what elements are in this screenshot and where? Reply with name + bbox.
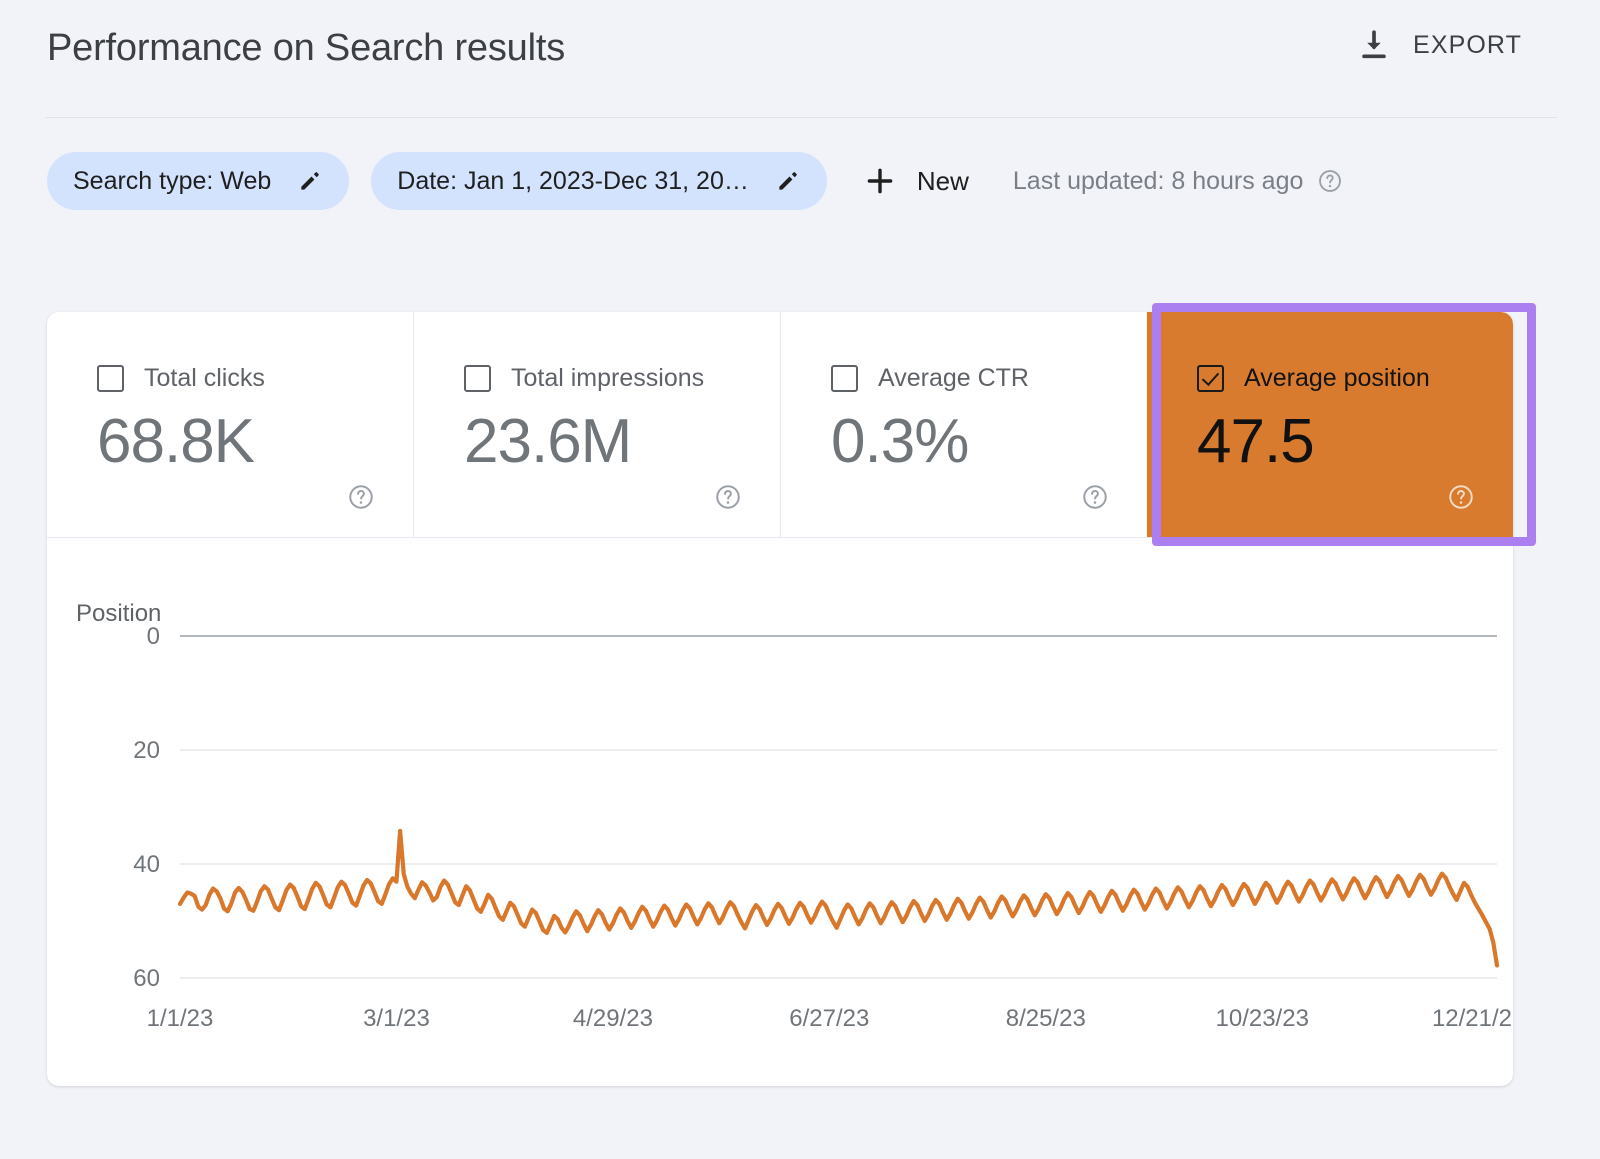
chart-svg[interactable]: 0 20 40 60 1/1/23 3/1/23 4/29/23 6/27/23 8/25/2… — [47, 538, 1513, 1086]
metric-value: 47.5 — [1197, 407, 1315, 476]
header-divider — [45, 117, 1557, 118]
y-tick-label: 40 — [133, 851, 160, 878]
export-button[interactable]: EXPORT — [1357, 28, 1522, 62]
x-tick-label: 4/29/23 — [573, 1005, 653, 1032]
download-icon — [1357, 28, 1391, 62]
performance-card: Total clicks 68.8K Total impressions 23.… — [47, 312, 1513, 1086]
pencil-icon[interactable] — [749, 168, 801, 194]
last-updated-text: Last updated: 8 hours ago — [1012, 166, 1304, 195]
x-tick-label: 12/21/23 — [1432, 1005, 1513, 1032]
metric-label: Average position — [1244, 364, 1430, 392]
y-tick-label: 60 — [133, 965, 160, 992]
y-tick-label: 20 — [133, 737, 160, 764]
checkbox-average-ctr[interactable] — [831, 365, 858, 392]
metric-label: Total impressions — [511, 364, 705, 392]
metric-value: 0.3% — [831, 407, 969, 476]
chart-x-tick-labels: 1/1/23 3/1/23 4/29/23 6/27/23 8/25/23 10/23/2… — [147, 1005, 1513, 1032]
x-tick-label: 1/1/23 — [147, 1005, 214, 1032]
x-tick-label: 6/27/23 — [789, 1005, 869, 1032]
checkbox-total-impressions[interactable] — [464, 365, 491, 392]
plus-icon — [863, 164, 897, 198]
filter-chip-search-type[interactable]: Search type: Web — [47, 152, 350, 210]
metric-label: Average CTR — [878, 364, 1029, 392]
metric-cards-row: Total clicks 68.8K Total impressions 23.… — [47, 312, 1513, 538]
metric-value: 23.6M — [464, 407, 632, 476]
metric-card-header: Total clicks — [97, 364, 265, 393]
page-header: Performance on Search results EXPORT — [0, 0, 1600, 118]
last-updated: Last updated: 8 hours ago — [1013, 167, 1344, 196]
help-circle-icon[interactable] — [1303, 168, 1343, 194]
metric-card-average-position[interactable]: Average position 47.5 — [1147, 312, 1513, 537]
filter-bar: Search type: Web Date: Jan 1, 2023-Dec 3… — [47, 152, 1343, 210]
metric-card-header: Average CTR — [831, 364, 1029, 393]
metric-card-header: Total impressions — [464, 364, 704, 393]
filter-chip-search-type-label: Search type: Web — [73, 166, 272, 195]
filter-chip-date-label: Date: Jan 1, 2023-Dec 31, 20… — [397, 166, 749, 195]
metric-card-total-clicks[interactable]: Total clicks 68.8K — [47, 312, 413, 537]
checkbox-average-position[interactable] — [1197, 365, 1224, 392]
y-tick-label: 0 — [147, 623, 160, 650]
page-title: Performance on Search results — [47, 27, 565, 69]
filter-chip-date[interactable]: Date: Jan 1, 2023-Dec 31, 20… — [371, 152, 827, 210]
x-tick-label: 10/23/23 — [1216, 1005, 1309, 1032]
x-tick-label: 3/1/23 — [363, 1005, 430, 1032]
pencil-icon[interactable] — [271, 168, 323, 194]
position-chart: Position 0 20 40 60 1/1/23 3/1/23 4/29/23 6/27… — [47, 538, 1513, 1086]
new-filter-label: New — [916, 165, 969, 196]
metric-label: Total clicks — [144, 364, 265, 392]
metric-card-average-ctr[interactable]: Average CTR 0.3% — [780, 312, 1147, 537]
export-label: EXPORT — [1413, 30, 1522, 59]
x-tick-label: 8/25/23 — [1006, 1005, 1086, 1032]
checkbox-total-clicks[interactable] — [97, 365, 124, 392]
metric-value: 68.8K — [97, 407, 255, 476]
chart-series-line — [177, 828, 1500, 968]
metric-card-header: Average position — [1197, 364, 1430, 393]
chart-y-tick-labels: 0 20 40 60 — [133, 623, 160, 992]
new-filter-button[interactable]: New — [863, 164, 969, 198]
metric-card-total-impressions[interactable]: Total impressions 23.6M — [413, 312, 780, 537]
